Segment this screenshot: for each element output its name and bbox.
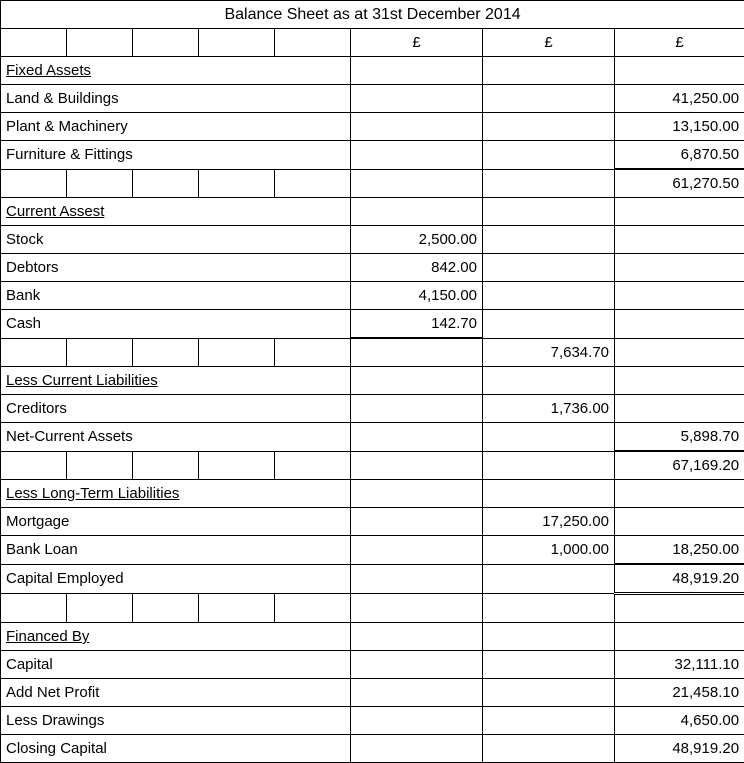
less-current-liab-heading: Less Current Liabilities	[1, 367, 351, 395]
stock-value: 2,500.00	[351, 226, 483, 254]
debtors-label: Debtors	[1, 254, 351, 282]
closing-capital-label: Closing Capital	[1, 735, 351, 763]
currency-col-g: £	[483, 29, 615, 57]
current-assets-heading: Current Assest	[1, 198, 351, 226]
debtors-value: 842.00	[351, 254, 483, 282]
net-current-assets-row: Net-Current Assets 5,898.70	[1, 423, 744, 452]
land-buildings-label: Land & Buildings	[1, 85, 351, 113]
furniture-fittings-label: Furniture & Fittings	[1, 141, 351, 170]
debtors-row: Debtors 842.00	[1, 254, 744, 282]
plant-machinery-value: 13,150.00	[615, 113, 744, 141]
closing-capital-row: Closing Capital 48,919.20	[1, 735, 744, 763]
blank-row	[1, 594, 744, 623]
capital-label: Capital	[1, 651, 351, 679]
capital-row: Capital 32,111.10	[1, 651, 744, 679]
creditors-row: Creditors 1,736.00	[1, 395, 744, 423]
current-assets-total: 7,634.70	[483, 338, 615, 367]
plant-machinery-row: Plant & Machinery 13,150.00	[1, 113, 744, 141]
net-current-assets-label: Net-Current Assets	[1, 423, 351, 452]
fixed-assets-total: 61,270.50	[615, 169, 744, 198]
sheet-title: Balance Sheet as at 31st December 2014	[1, 1, 744, 29]
cash-value: 142.70	[351, 310, 483, 339]
bank-label: Bank	[1, 282, 351, 310]
balance-sheet-table: Balance Sheet as at 31st December 2014 £…	[0, 0, 744, 763]
bank-value: 4,150.00	[351, 282, 483, 310]
land-buildings-row: Land & Buildings 41,250.00	[1, 85, 744, 113]
less-long-term-heading-row: Less Long-Term Liabilities	[1, 480, 744, 508]
creditors-label: Creditors	[1, 395, 351, 423]
bank-loan-row: Bank Loan 1,000.00 18,250.00	[1, 536, 744, 565]
running-total: 67,169.20	[615, 451, 744, 480]
current-assets-total-row: 7,634.70	[1, 338, 744, 367]
fixed-assets-heading-row: Fixed Assets	[1, 57, 744, 85]
less-drawings-value: 4,650.00	[615, 707, 744, 735]
fixed-assets-heading: Fixed Assets	[1, 57, 351, 85]
mortgage-row: Mortgage 17,250.00	[1, 508, 744, 536]
financed-by-heading: Financed By	[1, 623, 351, 651]
less-current-liab-heading-row: Less Current Liabilities	[1, 367, 744, 395]
add-net-profit-row: Add Net Profit 21,458.10	[1, 679, 744, 707]
creditors-value: 1,736.00	[483, 395, 615, 423]
currency-col-f: £	[351, 29, 483, 57]
furniture-fittings-row: Furniture & Fittings 6,870.50	[1, 141, 744, 170]
land-buildings-value: 41,250.00	[615, 85, 744, 113]
capital-employed-label: Capital Employed	[1, 564, 351, 594]
plant-machinery-label: Plant & Machinery	[1, 113, 351, 141]
current-assets-heading-row: Current Assest	[1, 198, 744, 226]
net-current-assets-value: 5,898.70	[615, 423, 744, 452]
less-drawings-label: Less Drawings	[1, 707, 351, 735]
furniture-fittings-value: 6,870.50	[615, 141, 744, 170]
mortgage-value: 17,250.00	[483, 508, 615, 536]
currency-header-row: £ £ £	[1, 29, 744, 57]
financed-by-heading-row: Financed By	[1, 623, 744, 651]
add-net-profit-label: Add Net Profit	[1, 679, 351, 707]
bank-loan-value-h: 18,250.00	[615, 536, 744, 565]
stock-label: Stock	[1, 226, 351, 254]
bank-loan-value-g: 1,000.00	[483, 536, 615, 565]
fixed-assets-total-row: 61,270.50	[1, 169, 744, 198]
bank-loan-label: Bank Loan	[1, 536, 351, 565]
cash-row: Cash 142.70	[1, 310, 744, 339]
running-total-row: 67,169.20	[1, 451, 744, 480]
cash-label: Cash	[1, 310, 351, 339]
capital-value: 32,111.10	[615, 651, 744, 679]
closing-capital-value: 48,919.20	[615, 735, 744, 763]
bank-row: Bank 4,150.00	[1, 282, 744, 310]
capital-employed-row: Capital Employed 48,919.20	[1, 564, 744, 594]
currency-col-h: £	[615, 29, 744, 57]
less-long-term-heading: Less Long-Term Liabilities	[1, 480, 351, 508]
capital-employed-value: 48,919.20	[615, 564, 744, 594]
stock-row: Stock 2,500.00	[1, 226, 744, 254]
add-net-profit-value: 21,458.10	[615, 679, 744, 707]
title-row: Balance Sheet as at 31st December 2014	[1, 1, 744, 29]
less-drawings-row: Less Drawings 4,650.00	[1, 707, 744, 735]
mortgage-label: Mortgage	[1, 508, 351, 536]
